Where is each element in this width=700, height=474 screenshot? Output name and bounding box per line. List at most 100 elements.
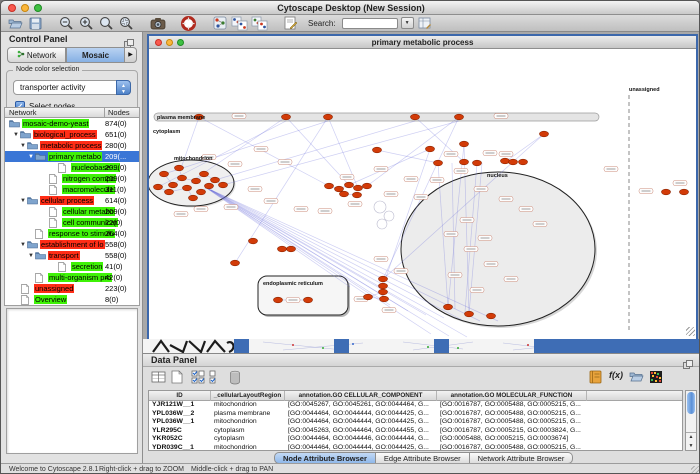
save-session-icon[interactable] — [27, 16, 44, 31]
network-node — [231, 260, 240, 266]
expand-arrow-icon[interactable]: ▼ — [13, 132, 19, 138]
network-node — [380, 296, 389, 302]
tree-row[interactable]: ▼metabolic process280(0) — [5, 140, 139, 151]
zoom-selected-region-icon[interactable] — [118, 16, 135, 31]
tree-row[interactable]: unassigned223(0) — [5, 283, 139, 294]
app-resize-grip[interactable] — [691, 466, 700, 474]
network-view-titlebar[interactable]: primary metabolic process — [149, 36, 696, 49]
column-header[interactable]: annotation.GO CELLULAR_COMPONENT — [285, 391, 437, 401]
search-dropdown-button[interactable]: ▼ — [401, 17, 414, 29]
zoom-out-icon[interactable] — [58, 16, 75, 31]
copy-network-view-icon[interactable] — [251, 16, 268, 31]
background-window-edge[interactable] — [334, 339, 349, 353]
table-row[interactable]: YDR039C__1mitochondrion[GO:0044464, GO:0… — [149, 444, 682, 452]
search-input[interactable] — [342, 18, 398, 29]
node-count: 22(0) — [105, 218, 123, 227]
tree-row[interactable]: Overview8(0) — [5, 294, 139, 305]
table-cell: [GO:0005488, GO:0005215, GO:0003674] — [437, 435, 587, 444]
expand-arrow-icon[interactable]: ▼ — [28, 154, 34, 160]
float-panel-icon[interactable] — [124, 35, 134, 44]
edit-annotation-icon[interactable] — [282, 16, 299, 31]
tree-row[interactable]: cellular metabo209(0) — [5, 206, 139, 217]
import-attributes-icon[interactable] — [629, 370, 646, 386]
tree-row[interactable]: ▼primary metabo209(... — [5, 151, 139, 162]
tree-col-nodes[interactable]: Nodes — [104, 108, 130, 118]
zoom-in-icon[interactable] — [78, 16, 95, 31]
expand-arrow-icon[interactable]: ▼ — [20, 242, 26, 248]
node-count: 41(0) — [105, 262, 123, 271]
background-window-edge[interactable] — [434, 339, 449, 353]
delete-attribute-icon[interactable] — [229, 370, 246, 386]
tab-network[interactable]: Network — [7, 47, 66, 63]
table-scrollbar[interactable]: ▲▼ — [685, 390, 697, 451]
document-icon — [49, 218, 60, 227]
create-attribute-icon[interactable] — [171, 370, 188, 386]
table-row[interactable]: YKR052Ccytoplasm[GO:0044464, GO:0044446,… — [149, 435, 682, 444]
tree-row[interactable]: ▼establishment of lo558(0) — [5, 239, 139, 250]
network-canvas[interactable]: plasma membranecytoplasmmitochondrionnuc… — [149, 50, 696, 339]
table-row[interactable]: YLR295Ccytoplasm[GO:0045263, GO:0044464,… — [149, 427, 682, 436]
expand-arrow-icon[interactable]: ▼ — [20, 143, 26, 149]
select-attributes-icon[interactable] — [191, 370, 208, 386]
table-cell: YDR039C__1 — [149, 444, 211, 452]
network-node — [460, 141, 469, 147]
tree-row[interactable]: nucleobase-...209(0) — [5, 162, 139, 173]
zoom-fit-icon[interactable] — [98, 16, 115, 31]
network-overview-panel — [6, 308, 138, 454]
function-builder-icon[interactable]: f(x) — [609, 370, 626, 386]
column-header[interactable]: annotation.GO MOLECULAR_FUNCTION — [437, 391, 587, 401]
tree-label: mosaic-demo-yeast — [22, 119, 89, 128]
tree-col-network[interactable]: Network — [9, 108, 37, 118]
attribute-matrix-icon[interactable] — [649, 370, 666, 386]
attribute-batch-icon[interactable] — [589, 370, 606, 386]
dropdown-value: transporter activity — [20, 83, 85, 92]
tree-row[interactable]: ▼cellular process614(0) — [5, 195, 139, 206]
tree-row[interactable]: ▼transport558(0) — [5, 250, 139, 261]
tree-row[interactable]: response to stimulu264(0) — [5, 228, 139, 239]
table-row[interactable]: YPL036W__2plasma membrane[GO:0044464, GO… — [149, 410, 682, 419]
cytoscape-window: Cytoscape Desktop (New Session) Search: … — [0, 0, 700, 474]
tree-row[interactable]: ▼biological_process651(0) — [5, 129, 139, 140]
tree-row[interactable]: cell communicat22(0) — [5, 217, 139, 228]
help-icon[interactable] — [180, 16, 197, 31]
expand-arrow-icon[interactable]: ▼ — [20, 198, 26, 204]
network-node — [219, 182, 228, 188]
network-node — [379, 283, 388, 289]
attribute-browser-icon[interactable] — [417, 16, 434, 31]
snapshot-icon[interactable] — [149, 16, 166, 31]
node-count: 209(... — [105, 152, 126, 161]
table-cell: [GO:0044464, GO:0044444, GO:0044425, G..… — [285, 418, 437, 427]
column-header[interactable]: ID — [149, 391, 211, 401]
tab-mosaic[interactable]: Mosaic — [66, 47, 125, 63]
expand-arrow-icon[interactable]: ▼ — [28, 253, 34, 259]
copy-network-style-icon[interactable] — [231, 16, 248, 31]
node-color-dropdown[interactable]: transporter activity ▲▼ — [13, 80, 131, 95]
apply-layout-icon[interactable] — [211, 16, 228, 31]
attribute-table-icon[interactable] — [151, 370, 168, 386]
tab-overflow-arrow[interactable]: ▶ — [125, 47, 137, 63]
attribute-table-header: ID_cellularLayoutRegionannotation.GO CEL… — [149, 391, 682, 401]
table-row[interactable]: YPL036W__1mitochondrion[GO:0044464, GO:0… — [149, 418, 682, 427]
unselect-attributes-icon[interactable] — [209, 370, 226, 386]
table-row[interactable]: YJR121W__1mitochondrion[GO:0045267, GO:0… — [149, 401, 682, 410]
network-node — [379, 276, 388, 282]
tree-row[interactable]: mosaic-demo-yeast874(0) — [5, 118, 139, 129]
tree-row[interactable]: nitrogen compo209(0) — [5, 173, 139, 184]
network-node — [364, 294, 373, 300]
window-titlebar[interactable]: Cytoscape Desktop (New Session) — [1, 1, 700, 15]
network-node — [501, 158, 510, 164]
document-icon — [58, 262, 69, 271]
tree-row[interactable]: macromolecule311(0) — [5, 184, 139, 195]
open-session-icon[interactable] — [7, 16, 24, 31]
tree-row[interactable]: multi-organism pro42(0) — [5, 272, 139, 283]
attribute-table: ID_cellularLayoutRegionannotation.GO CEL… — [148, 390, 683, 451]
scrollbar-thumb[interactable] — [687, 392, 695, 414]
background-window-edge[interactable] — [234, 339, 249, 353]
window-resize-grip[interactable] — [686, 327, 695, 336]
scrollbar-arrows[interactable]: ▲▼ — [686, 432, 696, 450]
network-node — [274, 297, 283, 303]
background-window-edge[interactable] — [534, 339, 700, 353]
column-header[interactable]: _cellularLayoutRegion — [211, 391, 285, 401]
tree-row[interactable]: secretion41(0) — [5, 261, 139, 272]
float-panel-icon[interactable] — [683, 356, 693, 365]
